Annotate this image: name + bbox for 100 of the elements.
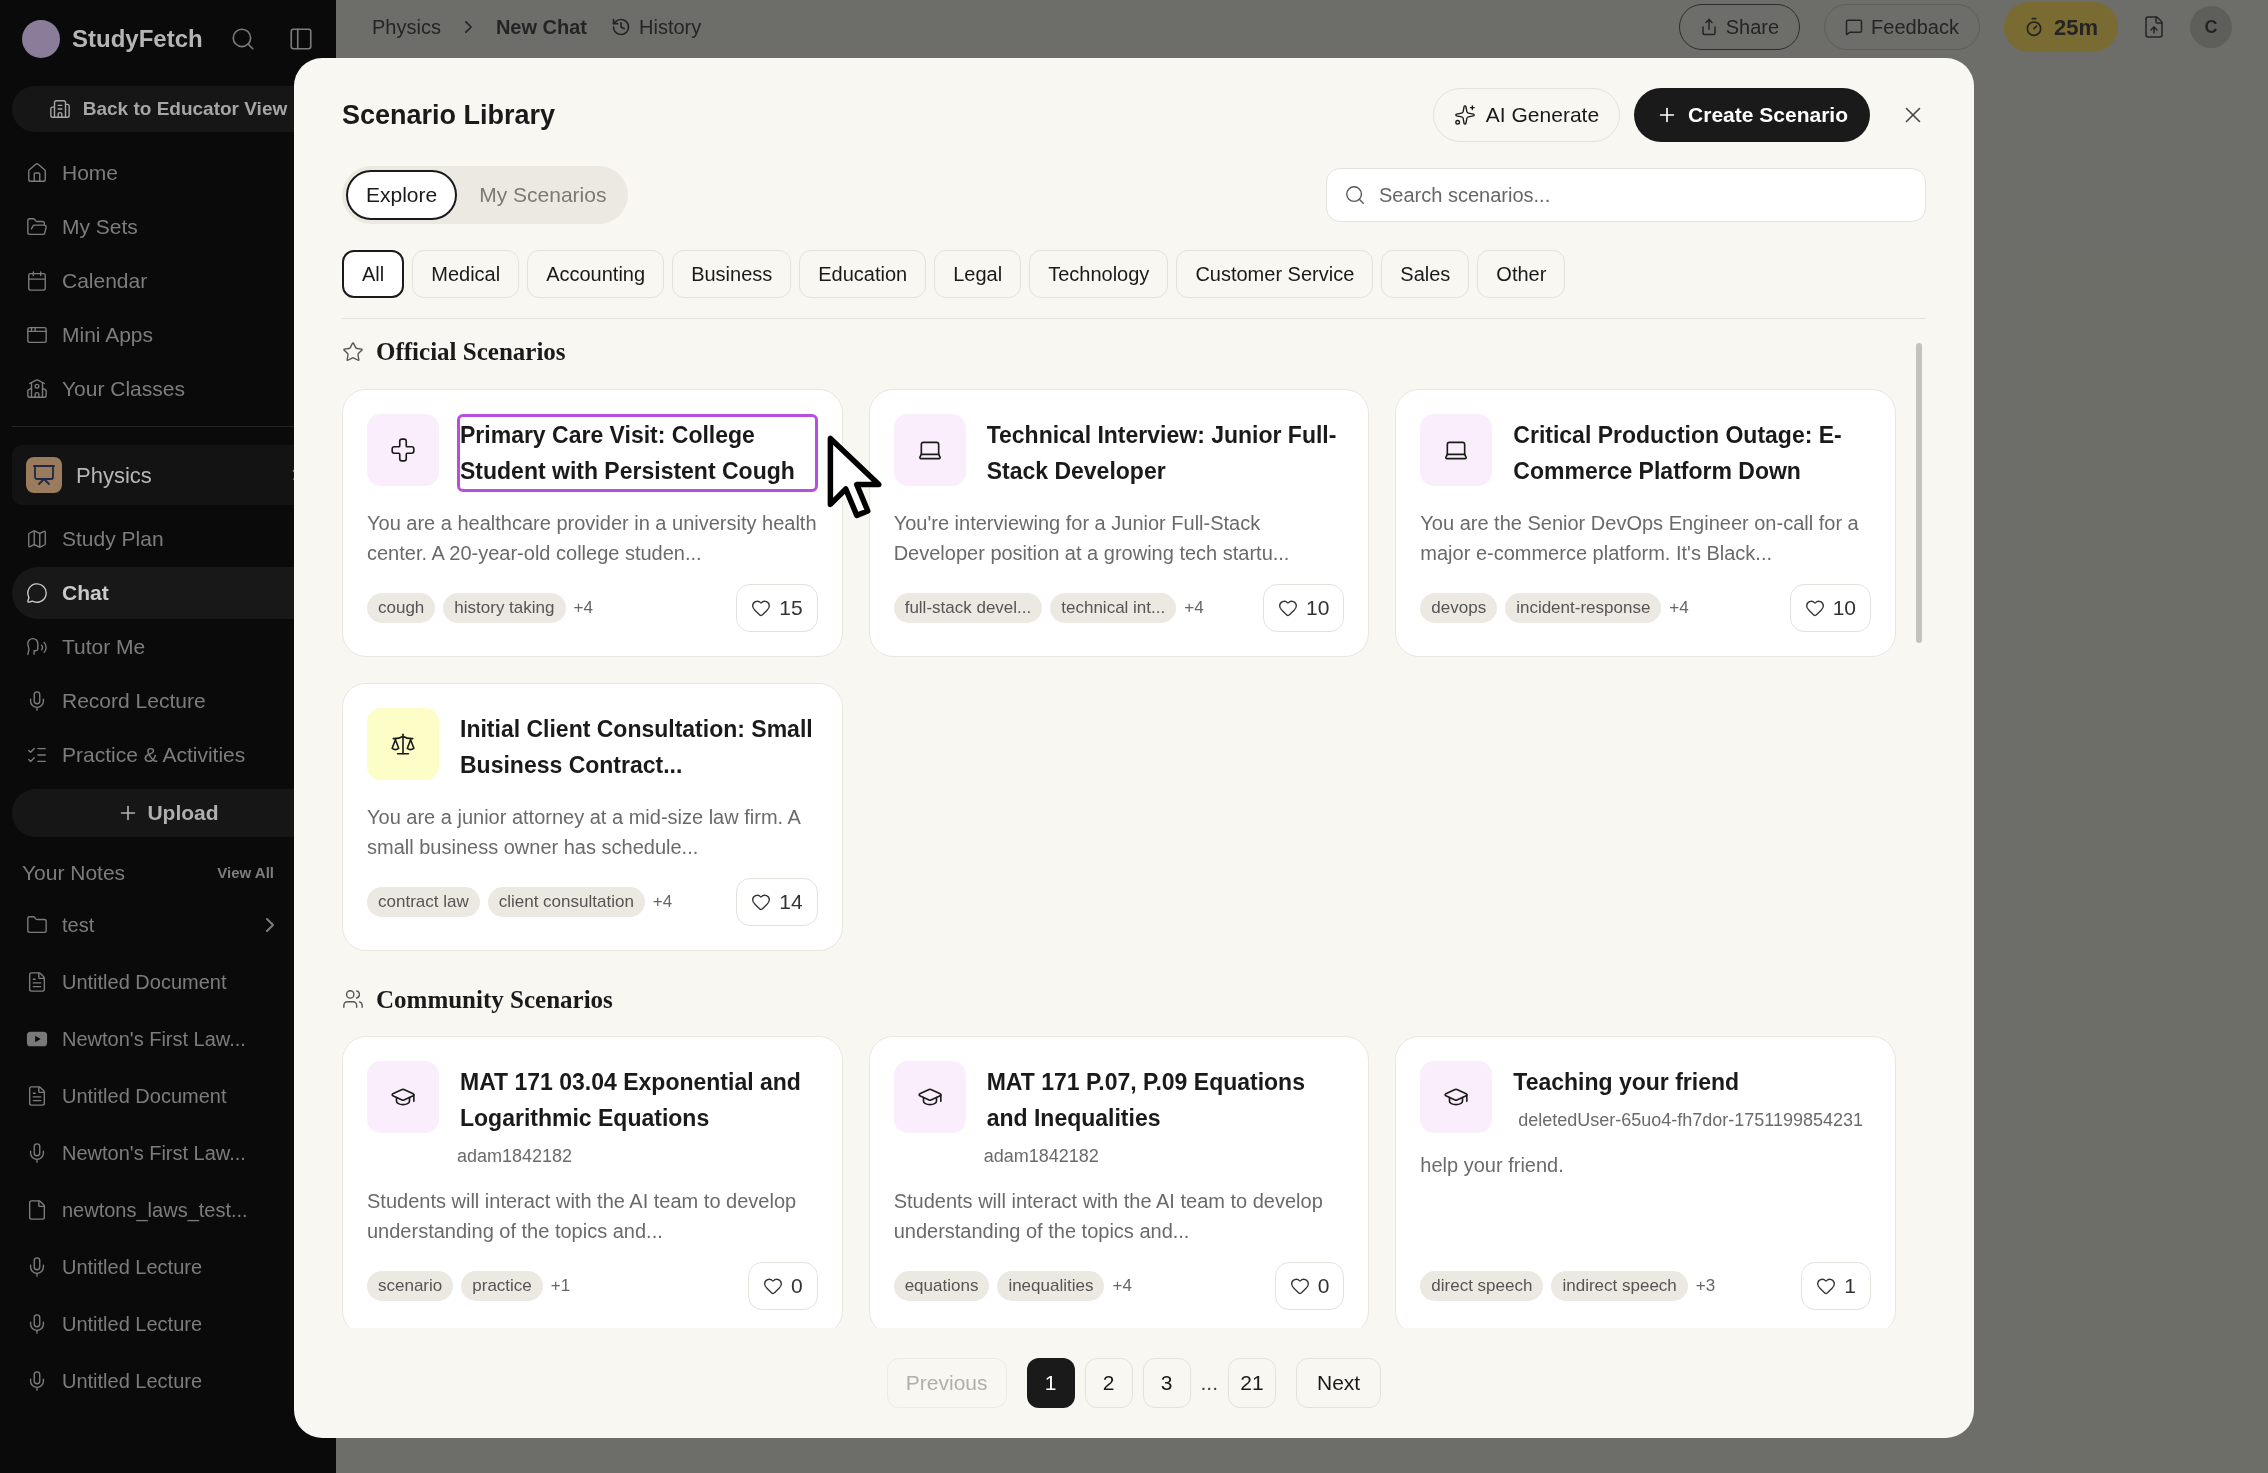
- scenario-description: Students will interact with the AI team to develop understanding of the topics and...: [367, 1189, 798, 1244]
- like-button[interactable]: 14: [736, 877, 818, 926]
- author-name: adam1842182: [457, 1145, 574, 1168]
- scenario-card[interactable]: Primary Care Visit: College Student with Persistent Cough You are a healthcare provider in a university health center. A 20-year-old college studen... cough history taking +4 15: [342, 388, 843, 657]
- note-item[interactable]: Untitled Lecture: [12, 1238, 324, 1296]
- users-icon: [342, 988, 364, 1011]
- ai-generate-button[interactable]: AI Generate: [1432, 88, 1621, 142]
- nav-item[interactable]: Practice & Activities: [12, 729, 324, 781]
- notes-heading: Your Notes: [22, 860, 126, 886]
- scenario-description: Students will interact with the AI team to develop understanding of the topics and...: [893, 1189, 1324, 1244]
- note-item[interactable]: Untitled Document: [12, 1067, 324, 1125]
- nav-item[interactable]: Home: [12, 146, 324, 200]
- category-chip[interactable]: Sales: [1381, 250, 1470, 298]
- tag-chip: indirect speech: [1551, 1271, 1688, 1301]
- nav-item[interactable]: Tutor Me: [12, 621, 324, 673]
- tag-chip: history taking: [443, 592, 566, 623]
- view-tab[interactable]: Explore: [346, 170, 458, 220]
- nav-item[interactable]: Your Classes: [12, 362, 324, 416]
- course-name: Physics: [76, 461, 152, 490]
- next-page-button[interactable]: Next: [1296, 1358, 1382, 1408]
- scenario-card[interactable]: Teaching your friend deletedUser-65uo4-fh7dor-1751199854231 help your friend. direct speech indirect speech +3 1: [1395, 1036, 1896, 1328]
- author-name: deletedUser-65uo4-fh7dor-1751199854231: [1517, 1109, 1865, 1132]
- map-icon: [26, 528, 48, 550]
- file-upload-icon[interactable]: [2142, 15, 2166, 39]
- scrollbar-thumb[interactable]: [1916, 343, 1922, 643]
- category-chip[interactable]: Other: [1477, 250, 1566, 298]
- folder-icon: [26, 914, 48, 936]
- note-item[interactable]: test: [12, 896, 324, 954]
- nav-item[interactable]: Calendar: [12, 254, 324, 308]
- heart-icon: [1816, 1276, 1837, 1296]
- section-heading: Official Scenarios: [376, 337, 566, 367]
- create-scenario-button[interactable]: Create Scenario: [1634, 88, 1870, 142]
- view-all-link[interactable]: View All: [217, 861, 274, 884]
- tag-chip: direct speech: [1420, 1271, 1544, 1301]
- more-tags-count: +4: [1112, 1275, 1132, 1298]
- category-chip[interactable]: Education: [799, 250, 927, 298]
- scenario-card[interactable]: Critical Production Outage: E-Commerce Platform Down You are the Senior DevOps Engineer on-call for a major e-commerce platform. It's Black... devops incident-response +4 10: [1395, 388, 1896, 657]
- logo-icon: [22, 20, 60, 58]
- category-chip[interactable]: Medical: [412, 250, 520, 298]
- category-chip[interactable]: Technology: [1029, 250, 1169, 298]
- more-tags-count: +4: [573, 596, 593, 619]
- category-chip[interactable]: Customer Service: [1176, 250, 1374, 298]
- search-icon[interactable]: [230, 26, 256, 52]
- tag-chip: inequalities: [997, 1271, 1105, 1301]
- section-heading: Community Scenarios: [376, 984, 613, 1015]
- search-icon: [1344, 184, 1366, 206]
- scenario-description: You are the Senior DevOps Engineer on-call for a major e-commerce platform. It's Black...: [1420, 510, 1860, 566]
- note-item[interactable]: Untitled Document: [12, 953, 324, 1011]
- speaking-person-icon: [26, 636, 48, 658]
- category-chip[interactable]: Legal: [934, 250, 1022, 298]
- note-item[interactable]: Untitled Lecture: [12, 1295, 324, 1353]
- category-chip[interactable]: Business: [672, 250, 792, 298]
- more-tags-count: +4: [1184, 596, 1204, 619]
- scenario-title: MAT 171 03.04 Exponential and Logarithmic Equations: [459, 1068, 802, 1133]
- category-chip[interactable]: Accounting: [527, 250, 665, 298]
- category-chip[interactable]: All: [342, 250, 405, 298]
- scenario-title: Primary Care Visit: College Student with Persistent Cough: [457, 413, 818, 492]
- scenario-card[interactable]: Initial Client Consultation: Small Business Contract... You are a junior attorney at a mid-size law firm. A small business owner has schedule... contract law client consultation +4 14: [342, 682, 843, 951]
- nav-item[interactable]: Mini Apps: [12, 308, 324, 362]
- nav-item[interactable]: Study Plan: [12, 513, 324, 565]
- note-item[interactable]: newtons_laws_test...: [12, 1181, 324, 1239]
- note-item[interactable]: Newton's First Law...: [12, 1124, 324, 1182]
- building-icon: [48, 98, 71, 120]
- more-tags-count: +4: [1669, 596, 1689, 619]
- sidebar-toggle-icon[interactable]: [288, 26, 314, 52]
- scenario-description: You are a healthcare provider in a university health center. A 20-year-old college studen...: [367, 510, 818, 566]
- scenario-description: You are a junior attorney at a mid-size law firm. A small business owner has schedule...: [367, 804, 802, 860]
- view-tab[interactable]: My Scenarios: [461, 170, 625, 220]
- nav-item[interactable]: Record Lecture: [12, 675, 324, 727]
- like-button[interactable]: 1: [1801, 1262, 1871, 1310]
- scenario-card[interactable]: Technical Interview: Junior Full-Stack Developer You're interviewing for a Junior Full-Stack Developer position at a growing tech startu... full-stack devel... technical int... +4 10: [868, 388, 1370, 657]
- dialog-title: Scenario Library: [342, 98, 556, 132]
- author-name: adam1842182: [983, 1145, 1100, 1168]
- page-button[interactable]: 21: [1228, 1358, 1276, 1408]
- note-item[interactable]: Untitled Lecture: [12, 1352, 324, 1410]
- scenario-title: Initial Client Consultation: Small Business Contract...: [459, 714, 814, 780]
- like-button[interactable]: 10: [1789, 583, 1871, 632]
- search-field[interactable]: Search scenarios...: [1326, 168, 1926, 222]
- note-item[interactable]: Newton's First Law...: [12, 1010, 324, 1068]
- like-button[interactable]: 0: [1274, 1262, 1345, 1310]
- share-icon: [1699, 18, 1718, 36]
- course-icon: [26, 457, 62, 493]
- page-button[interactable]: 2: [1084, 1358, 1133, 1408]
- scenario-card[interactable]: MAT 171 03.04 Exponential and Logarithmic Equations adam1842182 Students will interact with the AI team to develop understanding of the topics and... scenario practice +1 0: [342, 1036, 843, 1328]
- like-button[interactable]: 15: [736, 583, 818, 632]
- scenario-card[interactable]: MAT 171 P.07, P.09 Equations and Inequalities adam1842182 Students will interact with the AI team to develop understanding of the topics and... equations inequalities +4 0: [868, 1036, 1370, 1328]
- like-button[interactable]: 0: [747, 1262, 818, 1310]
- nav-item[interactable]: My Sets: [12, 200, 324, 254]
- more-tags-count: +4: [652, 890, 673, 913]
- like-button[interactable]: 10: [1262, 583, 1345, 632]
- page-button[interactable]: 1: [1026, 1358, 1075, 1408]
- scenario-title: MAT 171 P.07, P.09 Equations and Inequalities: [985, 1068, 1306, 1133]
- page-button[interactable]: 3: [1142, 1358, 1191, 1408]
- tag-chip: contract law: [367, 886, 480, 917]
- medical-cross-icon: [390, 436, 416, 463]
- calendar-icon: [26, 270, 48, 292]
- heart-icon: [762, 1276, 783, 1296]
- star-icon: [342, 340, 364, 363]
- tag-chip: practice: [461, 1271, 543, 1301]
- scenario-title: Teaching your friend: [1512, 1068, 1741, 1097]
